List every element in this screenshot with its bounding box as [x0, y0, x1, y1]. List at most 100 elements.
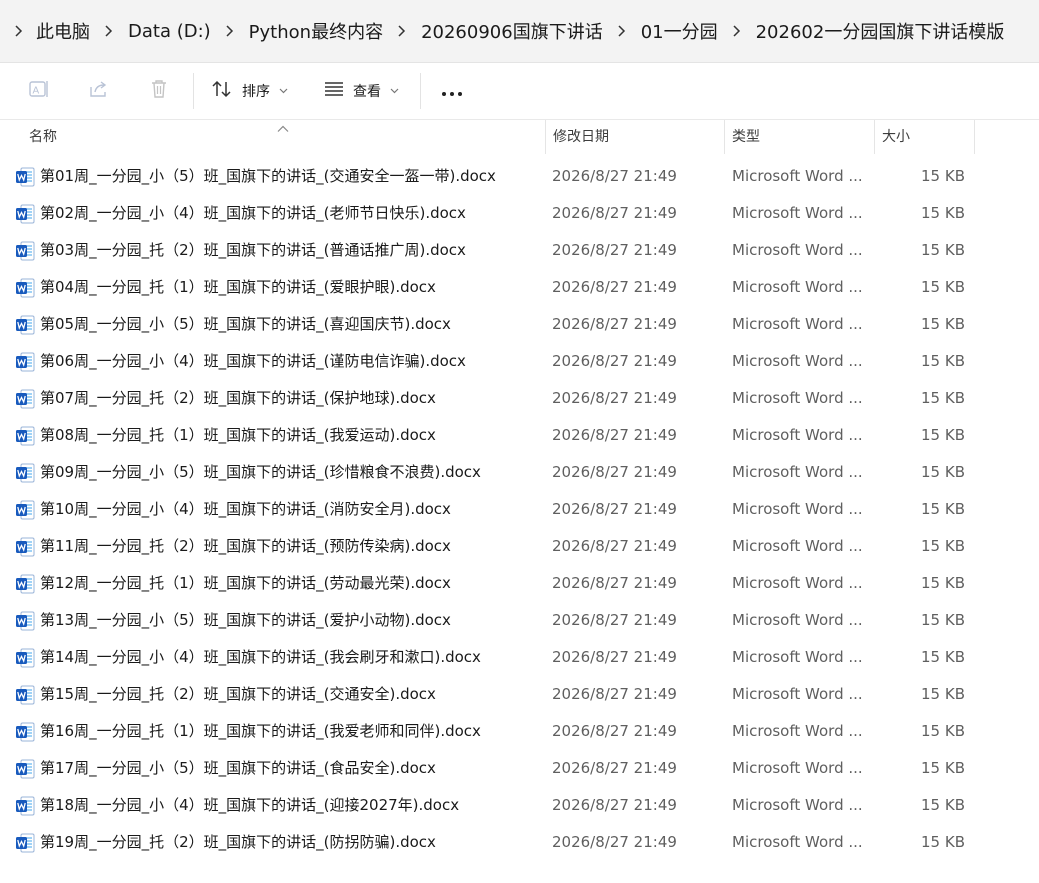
share-icon: [88, 78, 110, 104]
file-row[interactable]: 第06周_一分园_小（4）班_国旗下的讲话_(谨防电信诈骗).docx 2026…: [0, 343, 1039, 380]
file-row[interactable]: 第09周_一分园_小（5）班_国旗下的讲话_(珍惜粮食不浪费).docx 202…: [0, 454, 1039, 491]
file-type: Microsoft Word ...: [732, 611, 863, 629]
word-document-icon: [15, 278, 35, 298]
file-type: Microsoft Word ...: [732, 685, 863, 703]
word-document-icon: [15, 167, 35, 187]
column-header-type[interactable]: 类型: [732, 120, 872, 154]
file-type: Microsoft Word ...: [732, 796, 863, 814]
word-document-icon: [15, 389, 35, 409]
file-name: 第08周_一分园_托（1）班_国旗下的讲话_(我爱运动).docx: [40, 426, 436, 444]
file-name: 第05周_一分园_小（5）班_国旗下的讲话_(喜迎国庆节).docx: [40, 315, 451, 333]
file-row[interactable]: 第12周_一分园_托（1）班_国旗下的讲话_(劳动最光荣).docx 2026/…: [0, 565, 1039, 602]
view-label: 查看: [353, 84, 381, 100]
file-type: Microsoft Word ...: [732, 648, 863, 666]
file-row[interactable]: 第02周_一分园_小（4）班_国旗下的讲话_(老师节日快乐).docx 2026…: [0, 195, 1039, 232]
file-row[interactable]: 第11周_一分园_托（2）班_国旗下的讲话_(预防传染病).docx 2026/…: [0, 528, 1039, 565]
file-name: 第09周_一分园_小（5）班_国旗下的讲话_(珍惜粮食不浪费).docx: [40, 463, 481, 481]
file-type: Microsoft Word ...: [732, 463, 863, 481]
breadcrumb-item-speech[interactable]: 20260906国旗下讲话: [417, 18, 607, 44]
chevron-right-icon[interactable]: [387, 16, 417, 46]
view-button[interactable]: 查看: [323, 75, 399, 107]
file-name: 第01周_一分园_小（5）班_国旗下的讲话_(交通安全一盔一带).docx: [40, 167, 496, 185]
command-bar: A 排序 查看: [0, 63, 1039, 120]
column-header-name[interactable]: 名称: [29, 120, 544, 154]
file-name: 第13周_一分园_小（5）班_国旗下的讲话_(爱护小动物).docx: [40, 611, 451, 629]
file-row[interactable]: 第18周_一分园_小（4）班_国旗下的讲话_(迎接2027年).docx 202…: [0, 787, 1039, 824]
word-document-icon: [15, 796, 35, 816]
breadcrumb-item-this-pc[interactable]: 此电脑: [32, 18, 94, 44]
column-divider[interactable]: [974, 120, 975, 154]
rename-button[interactable]: A: [23, 75, 55, 107]
file-type: Microsoft Word ...: [732, 241, 863, 259]
file-modified-date: 2026/8/27 21:49: [552, 648, 677, 666]
file-modified-date: 2026/8/27 21:49: [552, 796, 677, 814]
file-type: Microsoft Word ...: [732, 278, 863, 296]
file-name: 第04周_一分园_托（1）班_国旗下的讲话_(爱眼护眼).docx: [40, 278, 436, 296]
file-size: 15 KB: [921, 796, 965, 814]
file-modified-date: 2026/8/27 21:49: [552, 759, 677, 777]
file-type: Microsoft Word ...: [732, 167, 863, 185]
file-modified-date: 2026/8/27 21:49: [552, 315, 677, 333]
chevron-right-icon[interactable]: [722, 16, 752, 46]
column-divider[interactable]: [724, 120, 725, 154]
word-document-icon: [15, 500, 35, 520]
file-size: 15 KB: [921, 574, 965, 592]
more-icon: [440, 82, 464, 101]
file-list: 第01周_一分园_小（5）班_国旗下的讲话_(交通安全一盔一带).docx 20…: [0, 158, 1039, 861]
file-name: 第06周_一分园_小（4）班_国旗下的讲话_(谨防电信诈骗).docx: [40, 352, 466, 370]
column-divider[interactable]: [545, 120, 546, 154]
chevron-right-icon[interactable]: [215, 16, 245, 46]
file-modified-date: 2026/8/27 21:49: [552, 537, 677, 555]
file-modified-date: 2026/8/27 21:49: [552, 426, 677, 444]
more-options-button[interactable]: [436, 75, 468, 107]
share-button[interactable]: [83, 75, 115, 107]
rename-icon: A: [28, 78, 50, 104]
word-document-icon: [15, 722, 35, 742]
delete-button[interactable]: [143, 75, 175, 107]
file-row[interactable]: 第08周_一分园_托（1）班_国旗下的讲话_(我爱运动).docx 2026/8…: [0, 417, 1039, 454]
file-name: 第16周_一分园_托（1）班_国旗下的讲话_(我爱老师和同伴).docx: [40, 722, 481, 740]
file-size: 15 KB: [921, 463, 965, 481]
file-name: 第15周_一分园_托（2）班_国旗下的讲话_(交通安全).docx: [40, 685, 436, 703]
file-row[interactable]: 第13周_一分园_小（5）班_国旗下的讲话_(爱护小动物).docx 2026/…: [0, 602, 1039, 639]
chevron-right-icon[interactable]: [6, 16, 32, 46]
file-row[interactable]: 第17周_一分园_小（5）班_国旗下的讲话_(食品安全).docx 2026/8…: [0, 750, 1039, 787]
file-modified-date: 2026/8/27 21:49: [552, 278, 677, 296]
word-document-icon: [15, 352, 35, 372]
file-row[interactable]: 第15周_一分园_托（2）班_国旗下的讲话_(交通安全).docx 2026/8…: [0, 676, 1039, 713]
word-document-icon: [15, 685, 35, 705]
file-size: 15 KB: [921, 426, 965, 444]
file-row[interactable]: 第16周_一分园_托（1）班_国旗下的讲话_(我爱老师和同伴).docx 202…: [0, 713, 1039, 750]
file-modified-date: 2026/8/27 21:49: [552, 204, 677, 222]
file-row[interactable]: 第10周_一分园_小（4）班_国旗下的讲话_(消防安全月).docx 2026/…: [0, 491, 1039, 528]
file-row[interactable]: 第05周_一分园_小（5）班_国旗下的讲话_(喜迎国庆节).docx 2026/…: [0, 306, 1039, 343]
breadcrumb: 此电脑 Data (D:) Python最终内容 20260906国旗下讲话 0…: [0, 0, 1039, 63]
column-header-size[interactable]: 大小: [882, 120, 972, 154]
breadcrumb-item-drive[interactable]: Data (D:): [124, 21, 215, 42]
file-row[interactable]: 第07周_一分园_托（2）班_国旗下的讲话_(保护地球).docx 2026/8…: [0, 380, 1039, 417]
breadcrumb-item-branch[interactable]: 01一分园: [637, 18, 722, 44]
word-document-icon: [15, 648, 35, 668]
file-row[interactable]: 第01周_一分园_小（5）班_国旗下的讲话_(交通安全一盔一带).docx 20…: [0, 158, 1039, 195]
file-row[interactable]: 第03周_一分园_托（2）班_国旗下的讲话_(普通话推广周).docx 2026…: [0, 232, 1039, 269]
breadcrumb-item-current-folder[interactable]: 202602一分园国旗下讲话模版: [752, 18, 1009, 44]
breadcrumb-item-python[interactable]: Python最终内容: [245, 18, 387, 44]
column-divider[interactable]: [874, 120, 875, 154]
file-modified-date: 2026/8/27 21:49: [552, 352, 677, 370]
chevron-right-icon[interactable]: [94, 16, 124, 46]
column-header-date[interactable]: 修改日期: [553, 120, 723, 154]
file-row[interactable]: 第04周_一分园_托（1）班_国旗下的讲话_(爱眼护眼).docx 2026/8…: [0, 269, 1039, 306]
file-type: Microsoft Word ...: [732, 759, 863, 777]
file-size: 15 KB: [921, 500, 965, 518]
file-type: Microsoft Word ...: [732, 204, 863, 222]
trash-icon: [148, 78, 170, 104]
file-row[interactable]: 第19周_一分园_托（2）班_国旗下的讲话_(防拐防骗).docx 2026/8…: [0, 824, 1039, 861]
chevron-right-icon[interactable]: [607, 16, 637, 46]
file-size: 15 KB: [921, 352, 965, 370]
file-row[interactable]: 第14周_一分园_小（4）班_国旗下的讲话_(我会刷牙和漱口).docx 202…: [0, 639, 1039, 676]
file-type: Microsoft Word ...: [732, 574, 863, 592]
file-modified-date: 2026/8/27 21:49: [552, 611, 677, 629]
file-name: 第11周_一分园_托（2）班_国旗下的讲话_(预防传染病).docx: [40, 537, 451, 555]
toolbar-divider: [193, 73, 194, 109]
sort-button[interactable]: 排序: [210, 75, 288, 107]
